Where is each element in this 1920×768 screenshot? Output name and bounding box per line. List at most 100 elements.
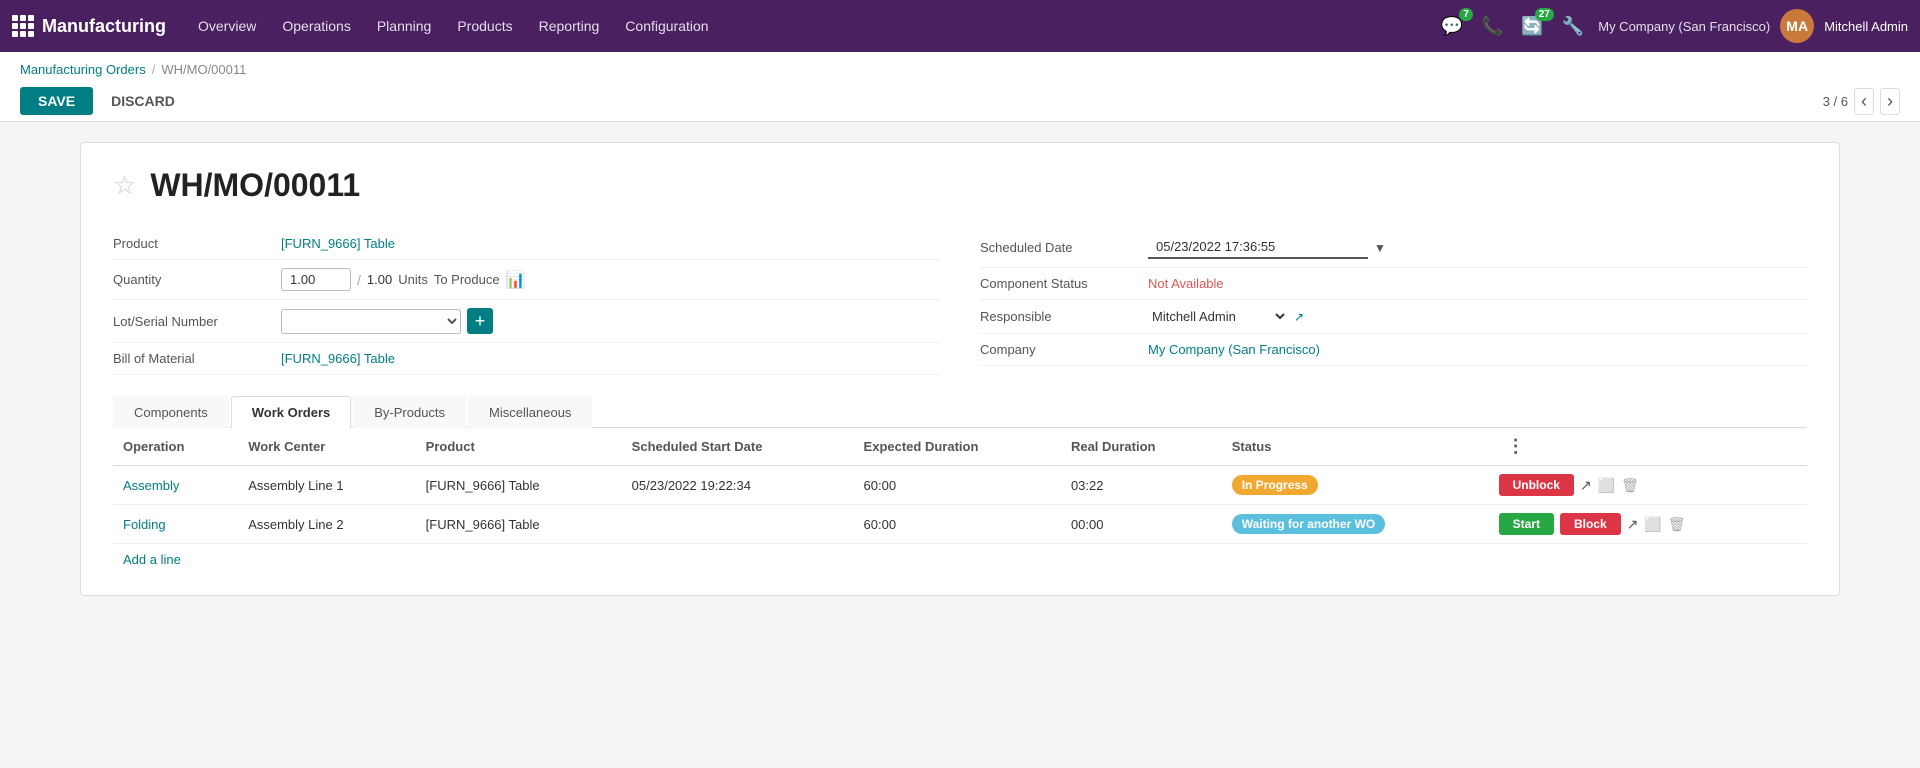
forecast-icon[interactable]: 📊 — [506, 270, 526, 290]
responsible-ext-link-icon[interactable]: ↗ — [1294, 310, 1304, 324]
main-content: ☆ WH/MO/00011 Product [FURN_9666] Table … — [0, 122, 1920, 616]
row1-status-badge: In Progress — [1232, 475, 1318, 495]
table-header-row: Operation Work Center Product Scheduled … — [113, 428, 1807, 466]
add-line-button[interactable]: Add a line — [113, 544, 191, 575]
product-label: Product — [113, 236, 273, 251]
scheduled-date-row: ▼ — [1148, 236, 1386, 259]
row2-status-badge: Waiting for another WO — [1232, 514, 1386, 534]
page-header: Manufacturing Orders / WH/MO/00011 SAVE … — [0, 52, 1920, 122]
row2-action-icons: Start Block ↗ ⬜ 🗑 — [1499, 513, 1797, 535]
top-nav: Manufacturing Overview Operations Planni… — [0, 0, 1920, 52]
form-card: ☆ WH/MO/00011 Product [FURN_9666] Table … — [80, 142, 1840, 596]
table-options-icon[interactable]: ⋮ — [1499, 436, 1533, 456]
unblock-button[interactable]: Unblock — [1499, 474, 1574, 496]
row1-operation-link[interactable]: Assembly — [123, 478, 179, 493]
col-work-center: Work Center — [238, 428, 415, 466]
row2-external-link-icon[interactable]: ↗ — [1627, 516, 1639, 533]
nav-username[interactable]: Mitchell Admin — [1824, 19, 1908, 34]
row1-action-icons: Unblock ↗ ⬜ 🗑 — [1499, 474, 1797, 496]
scheduled-date-input[interactable] — [1148, 236, 1368, 259]
save-button[interactable]: SAVE — [20, 87, 93, 115]
lot-select[interactable] — [281, 309, 461, 334]
to-produce-label: To Produce — [434, 272, 500, 287]
row1-tablet-icon[interactable]: ⬜ — [1598, 477, 1615, 494]
breadcrumb-parent[interactable]: Manufacturing Orders — [20, 62, 146, 77]
row2-tablet-icon[interactable]: ⬜ — [1644, 516, 1661, 533]
chat-badge: 7 — [1459, 8, 1473, 21]
table-row: Assembly Assembly Line 1 [FURN_9666] Tab… — [113, 466, 1807, 505]
row2-real-duration: 00:00 — [1061, 505, 1222, 544]
component-status-value: Not Available — [1148, 276, 1224, 291]
activity-button[interactable]: 🔄 27 — [1517, 12, 1547, 41]
breadcrumb-current: WH/MO/00011 — [161, 62, 246, 77]
lot-field: Lot/Serial Number + — [113, 300, 940, 343]
table-row: Folding Assembly Line 2 [FURN_9666] Tabl… — [113, 505, 1807, 544]
tabs: Components Work Orders By-Products Misce… — [113, 395, 1807, 428]
nav-configuration[interactable]: Configuration — [613, 12, 720, 40]
quantity-total: 1.00 — [367, 272, 392, 287]
quantity-input[interactable] — [281, 268, 351, 291]
scheduled-date-field: Scheduled Date ▼ — [980, 228, 1807, 268]
row1-scheduled-start: 05/23/2022 19:22:34 — [622, 466, 854, 505]
title-row: ☆ WH/MO/00011 — [113, 167, 1807, 204]
row2-operation-link[interactable]: Folding — [123, 517, 166, 532]
col-product: Product — [416, 428, 622, 466]
row2-delete-icon[interactable]: 🗑 — [1668, 516, 1686, 533]
nav-operations[interactable]: Operations — [270, 12, 362, 40]
app-logo[interactable]: Manufacturing — [12, 15, 166, 37]
row2-status: Waiting for another WO — [1222, 505, 1489, 544]
row1-delete-icon[interactable]: 🗑 — [1621, 477, 1639, 494]
quantity-unit: Units — [398, 272, 428, 287]
tab-work-orders[interactable]: Work Orders — [231, 396, 352, 428]
prev-button[interactable]: ‹ — [1854, 88, 1874, 115]
bom-field: Bill of Material [FURN_9666] Table — [113, 343, 940, 375]
lot-label: Lot/Serial Number — [113, 314, 273, 329]
next-button[interactable]: › — [1880, 88, 1900, 115]
responsible-label: Responsible — [980, 309, 1140, 324]
nav-overview[interactable]: Overview — [186, 12, 268, 40]
form-fields: Product [FURN_9666] Table Quantity / 1.0… — [113, 228, 1807, 375]
scheduled-date-dropdown-icon[interactable]: ▼ — [1374, 241, 1386, 255]
row2-scheduled-start — [622, 505, 854, 544]
row2-operation: Folding — [113, 505, 238, 544]
app-name: Manufacturing — [42, 16, 166, 37]
lot-add-button[interactable]: + — [467, 308, 493, 334]
nav-planning[interactable]: Planning — [365, 12, 444, 40]
chat-button[interactable]: 💬 7 — [1437, 12, 1467, 41]
phone-button[interactable]: 📞 — [1477, 12, 1507, 41]
tab-by-products[interactable]: By-Products — [353, 396, 466, 428]
tab-miscellaneous[interactable]: Miscellaneous — [468, 396, 592, 428]
row1-work-center: Assembly Line 1 — [238, 466, 415, 505]
nav-products[interactable]: Products — [445, 12, 524, 40]
nav-reporting[interactable]: Reporting — [527, 12, 612, 40]
favorite-star-icon[interactable]: ☆ — [113, 170, 136, 201]
activity-badge: 27 — [1535, 8, 1554, 21]
start-button[interactable]: Start — [1499, 513, 1554, 535]
discard-button[interactable]: DISCARD — [101, 87, 185, 115]
row1-external-link-icon[interactable]: ↗ — [1580, 477, 1592, 494]
avatar[interactable]: MA — [1780, 9, 1814, 43]
scheduled-date-label: Scheduled Date — [980, 240, 1140, 255]
col-actions: ⋮ — [1489, 428, 1807, 466]
block-button[interactable]: Block — [1560, 513, 1621, 535]
responsible-select[interactable]: Mitchell Admin — [1148, 308, 1288, 325]
toolbar: SAVE DISCARD 3 / 6 ‹ › — [20, 81, 1900, 121]
toolbar-right: 3 / 6 ‹ › — [1823, 88, 1900, 115]
row2-actions: Start Block ↗ ⬜ 🗑 — [1489, 505, 1807, 544]
col-expected-duration: Expected Duration — [854, 428, 1061, 466]
row1-product: [FURN_9666] Table — [416, 466, 622, 505]
col-scheduled-start: Scheduled Start Date — [622, 428, 854, 466]
bom-value[interactable]: [FURN_9666] Table — [281, 351, 395, 366]
quantity-label: Quantity — [113, 272, 273, 287]
col-operation: Operation — [113, 428, 238, 466]
work-orders-table: Operation Work Center Product Scheduled … — [113, 428, 1807, 544]
nav-company[interactable]: My Company (San Francisco) — [1598, 19, 1770, 34]
product-value[interactable]: [FURN_9666] Table — [281, 236, 395, 251]
row1-expected-duration: 60:00 — [854, 466, 1061, 505]
nav-menu: Overview Operations Planning Products Re… — [186, 12, 1433, 40]
row1-operation: Assembly — [113, 466, 238, 505]
tab-components[interactable]: Components — [113, 396, 229, 428]
row1-status: In Progress — [1222, 466, 1489, 505]
wrench-button[interactable]: 🔧 — [1558, 12, 1588, 41]
col-real-duration: Real Duration — [1061, 428, 1222, 466]
